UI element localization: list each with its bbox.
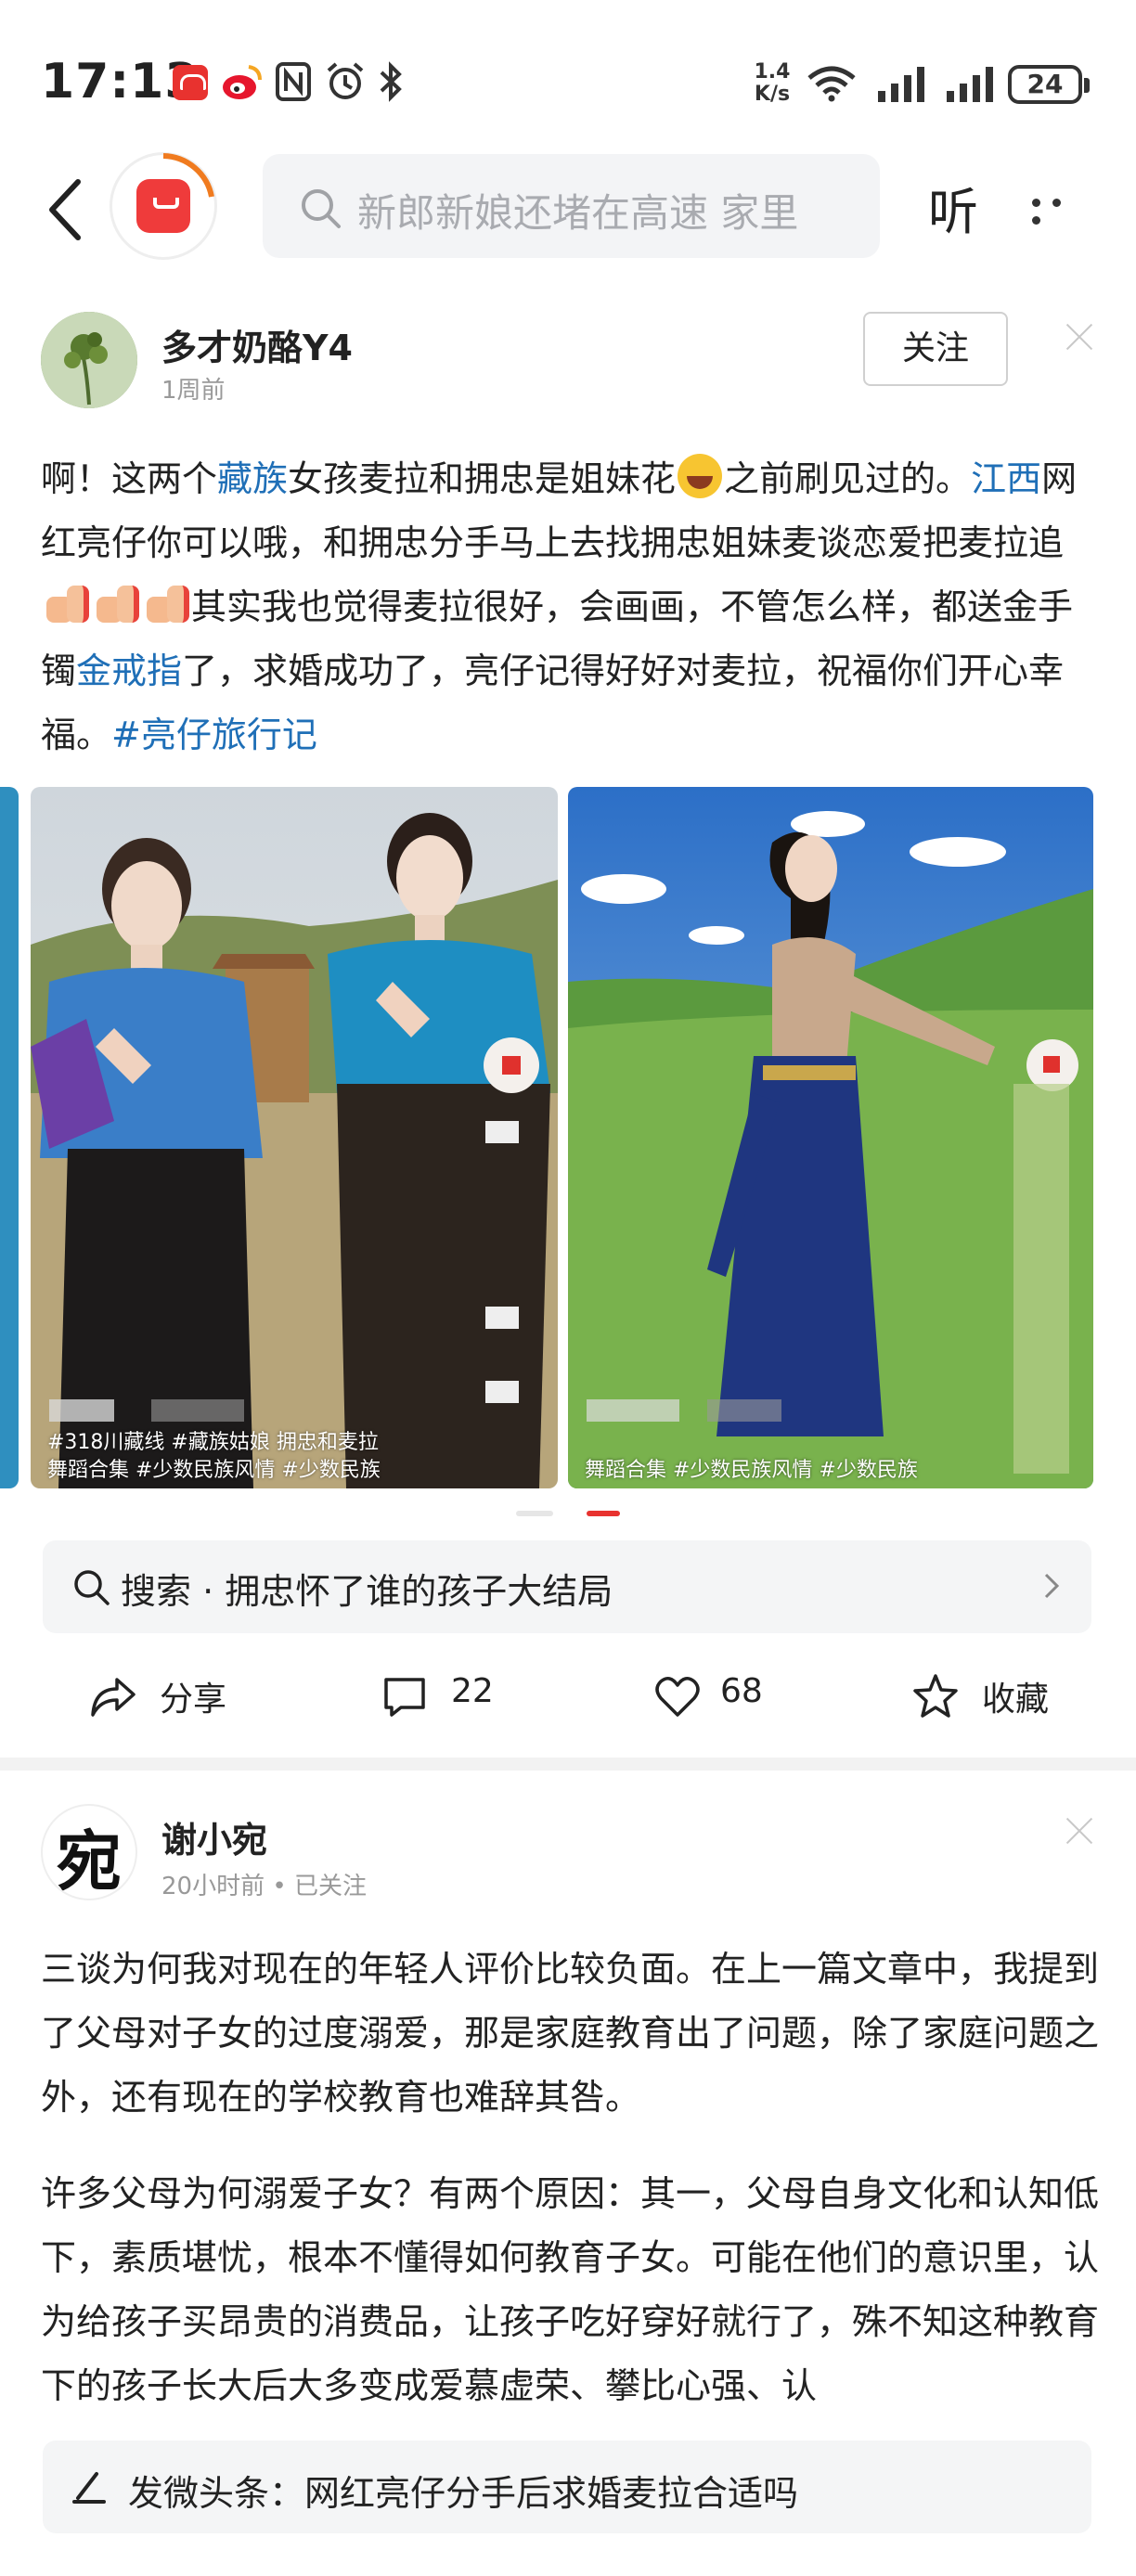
author-avatar[interactable]: 宛: [41, 1804, 137, 1900]
back-icon[interactable]: [37, 173, 93, 247]
dismiss-post-icon[interactable]: [1064, 321, 1095, 353]
pen-icon: [72, 2472, 106, 2504]
author-avatar[interactable]: [41, 312, 137, 408]
signal-icon-1: [878, 67, 924, 102]
post-time: 20小时前: [161, 1873, 265, 1900]
battery-indicator: 24: [1008, 65, 1090, 104]
post-body-paragraph-1: 三谈为何我对现在的年轻人评价比较负面。在上一篇文章中，我提到了父母对子女的过度溺…: [41, 1949, 1100, 2118]
network-speed: 1.4 K/s: [746, 61, 798, 106]
related-search-separator: ·: [202, 1571, 214, 1612]
search-bar[interactable]: 新郎新娘还堵在高速 家里: [263, 154, 880, 258]
post-time: 1周前: [161, 377, 226, 405]
related-search-query: 拥忠怀了谁的孩子大结局: [225, 1571, 613, 1612]
thumbs-up-emoji-icon: [143, 586, 189, 625]
chevron-right-icon: [1044, 1573, 1060, 1599]
hashtag-link[interactable]: #亮仔旅行记: [111, 715, 317, 755]
favorite-button[interactable]: 收藏: [911, 1652, 1078, 1741]
post-body: 啊！这两个藏族女孩麦拉和拥忠是姐妹花 之前刷见过的。江西网红亮仔你可以哦，和拥忠分…: [41, 447, 1099, 767]
favorite-label: 收藏: [982, 1681, 1050, 1719]
image-caption-line: 舞蹈合集 #少数民族风情 #少数民族: [47, 1459, 381, 1482]
dismiss-post-icon[interactable]: [1064, 1815, 1095, 1847]
toutiao-logo-icon: [136, 179, 190, 233]
related-search-text: 搜索 · 拥忠怀了谁的孩子大结局: [121, 1563, 613, 1614]
top-header: 新郎新娘还堵在高速 家里 听: [0, 139, 1136, 278]
laughing-emoji-icon: [678, 454, 723, 498]
network-speed-value: 1.4: [754, 60, 791, 84]
meta-separator: •: [272, 1873, 287, 1900]
follow-status: 已关注: [293, 1873, 367, 1900]
topic-link[interactable]: 藏族: [217, 458, 288, 499]
comment-icon: [384, 1678, 425, 1717]
post-text-segment: 女孩麦拉和拥忠是姐妹花: [288, 458, 677, 499]
topic-link[interactable]: 金戒指: [76, 650, 182, 691]
image-carousel[interactable]: #318川藏线 #藏族姑娘 拥忠和麦拉 舞蹈合集 #少数民族风情 #少数民族 舞…: [0, 787, 1136, 1488]
author-name[interactable]: 谢小宛: [161, 1811, 267, 1862]
thumbs-up-emoji-icon: [93, 586, 139, 625]
post-text-segment: 之前刷见过的。: [724, 458, 972, 499]
listen-button[interactable]: 听: [928, 171, 978, 244]
related-search-bar[interactable]: 搜索 · 拥忠怀了谁的孩子大结局: [43, 1540, 1091, 1633]
alarm-icon: [327, 62, 364, 99]
share-icon: [91, 1678, 136, 1717]
more-options-icon[interactable]: [1032, 193, 1088, 225]
wifi-icon: [807, 66, 856, 102]
comment-button[interactable]: 22: [381, 1652, 529, 1741]
status-bar: 17:13 1.4 K/s 24: [0, 0, 1136, 158]
carousel-page-indicator: [516, 1511, 620, 1516]
comment-count: 22: [451, 1672, 494, 1710]
image-caption: #318川藏线 #藏族姑娘 拥忠和麦拉 舞蹈合集 #少数民族风情 #少数民族: [47, 1429, 381, 1485]
share-button[interactable]: 分享: [89, 1652, 256, 1741]
compose-post-bar[interactable]: 发微头条：网红亮仔分手后求婚麦拉合适吗: [43, 2441, 1091, 2533]
thumbs-up-emoji-icon: [43, 586, 89, 625]
topic-link[interactable]: 江西: [971, 458, 1041, 499]
page-dot: [516, 1511, 553, 1516]
star-icon: [913, 1674, 958, 1718]
photo-girl-dancing: [568, 787, 1093, 1488]
image-caption-line: #318川藏线 #藏族姑娘 拥忠和麦拉: [47, 1431, 379, 1454]
post-meta: 20小时前 • 已关注: [161, 1867, 367, 1901]
compose-prompt: 发微头条：网红亮仔分手后求婚麦拉合适吗: [128, 2473, 799, 2514]
carousel-image-1[interactable]: #318川藏线 #藏族姑娘 拥忠和麦拉 舞蹈合集 #少数民族风情 #少数民族: [31, 787, 558, 1488]
network-speed-unit: K/s: [754, 83, 791, 106]
search-icon: [74, 1570, 110, 1605]
related-search-prefix: 搜索: [121, 1571, 192, 1612]
signal-icon-2: [947, 67, 993, 102]
search-icon: [302, 189, 341, 228]
share-label: 分享: [160, 1681, 227, 1719]
feed-divider: [0, 1758, 1136, 1771]
huawei-app-icon: [173, 65, 208, 100]
post-action-bar: 分享 22 68 收藏: [0, 1652, 1136, 1741]
post-body-paragraph-2: 许多父母为何溺爱子女？有两个原因：其一，父母自身文化和认知低下，素质堪忧，根本不…: [41, 2173, 1099, 2405]
image-caption: 舞蹈合集 #少数民族风情 #少数民族: [585, 1457, 918, 1485]
like-count: 68: [720, 1672, 763, 1710]
bluetooth-icon: [380, 61, 402, 102]
post-text-segment: 啊！这两个: [41, 458, 218, 499]
author-name[interactable]: 多才奶酪Y4: [161, 319, 353, 370]
photo-two-girls: [31, 787, 558, 1488]
search-placeholder: 新郎新娘还堵在高速 家里: [357, 190, 799, 236]
avatar-calligraphy: 宛: [57, 1823, 122, 1900]
app-badge-button[interactable]: [110, 152, 217, 260]
page-dot-active: [587, 1511, 620, 1516]
carousel-image-2[interactable]: 舞蹈合集 #少数民族风情 #少数民族: [568, 787, 1093, 1488]
image-caption-line: 舞蹈合集 #少数民族风情 #少数民族: [585, 1459, 918, 1482]
nfc-icon: [276, 62, 311, 101]
like-button[interactable]: 68: [653, 1652, 802, 1741]
carousel-image-previous[interactable]: [0, 787, 19, 1488]
heart-icon: [655, 1677, 700, 1717]
weibo-icon: [223, 65, 262, 99]
avatar-plant-image: [41, 312, 137, 408]
follow-button[interactable]: 关注: [863, 312, 1008, 386]
